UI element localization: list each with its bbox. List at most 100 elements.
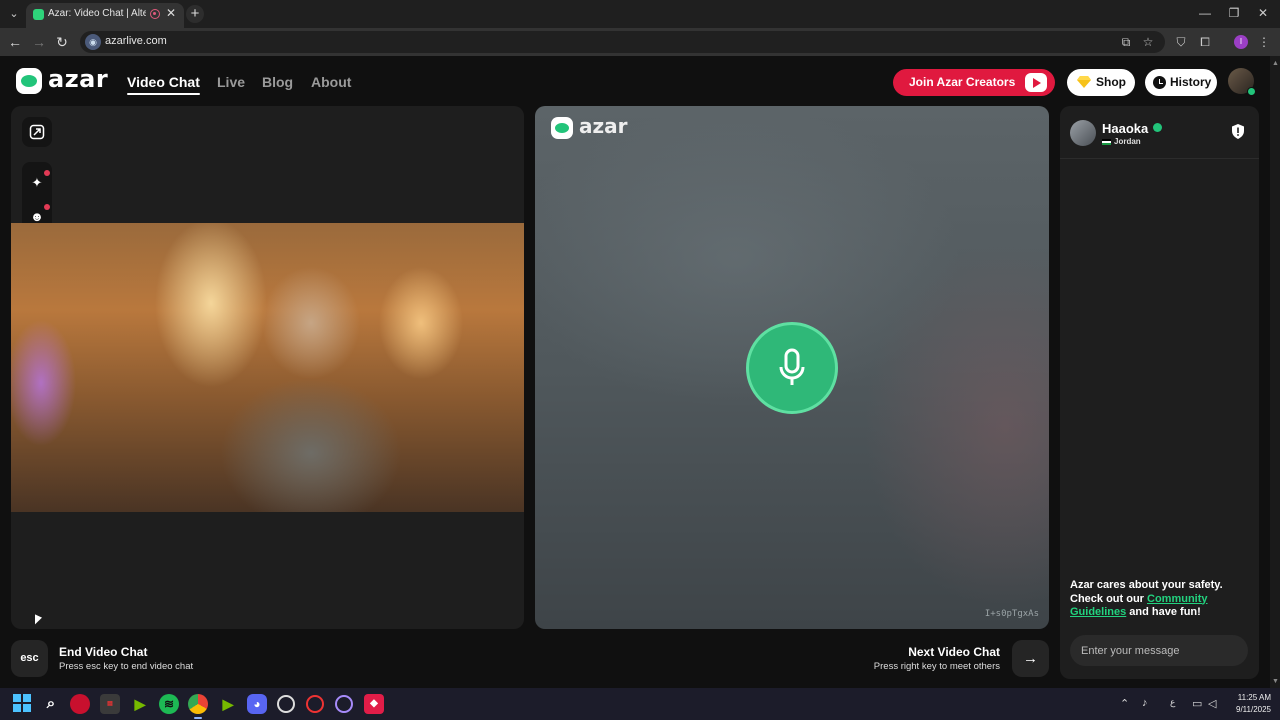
end-video-chat-title: End Video Chat [59, 645, 148, 659]
nav-video-chat[interactable]: Video Chat [127, 74, 200, 95]
page-scrollbar[interactable] [1270, 56, 1280, 688]
windows-start-icon[interactable] [12, 694, 32, 714]
reload-icon[interactable]: ↻ [54, 34, 70, 50]
bookmark-star-icon[interactable]: ☆ [1141, 35, 1155, 49]
end-chat-esc-button[interactable]: esc [11, 640, 48, 677]
taskbar-time[interactable]: 11:25 AM [1231, 693, 1271, 702]
join-creators-label: Join Azar Creators [909, 75, 1016, 89]
notification-dot [44, 204, 50, 210]
history-button[interactable]: History [1145, 69, 1217, 96]
browser-tab-bar: ⌄ Azar: Video Chat | Alternative ✕ + — ❐… [0, 0, 1280, 28]
nvidia-app-icon[interactable]: ▶ [130, 694, 150, 714]
minimize-icon[interactable]: — [1198, 6, 1212, 20]
site-info-icon[interactable]: ◉ [85, 34, 101, 50]
taskbar-date[interactable]: 9/11/2025 [1231, 705, 1271, 714]
self-camera-video [11, 223, 524, 512]
nvidia-2-app-icon[interactable]: ▶ [218, 694, 238, 714]
session-id-watermark: I+s0pTgxAs [984, 609, 1039, 619]
search-icon[interactable]: ⌕ [41, 694, 61, 714]
red-circle-app-icon[interactable] [306, 695, 324, 713]
partner-video-panel: azar I+s0pTgxAs [535, 106, 1049, 629]
input-language[interactable]: ع [1170, 697, 1175, 708]
next-video-chat-button[interactable]: → [1012, 640, 1049, 677]
scroll-up-arrow-icon[interactable]: ▲ [1272, 60, 1279, 67]
next-video-chat-hint: Press right key to meet others [873, 661, 1000, 672]
nav-about[interactable]: About [311, 74, 351, 90]
recording-indicator-icon [150, 9, 160, 19]
active-app-indicator [194, 717, 202, 719]
jordan-flag-icon [1102, 139, 1111, 145]
end-video-chat-hint: Press esc key to end video chat [59, 661, 194, 672]
window-close-icon[interactable]: ✕ [1256, 6, 1270, 20]
tab-close-icon[interactable]: ✕ [166, 6, 176, 20]
microphone-icon [779, 348, 805, 385]
self-video-panel: ✦ ☻ [11, 106, 524, 629]
browser-toolbar: ← → ↻ ◉ azarlive.com ⧉ ☆ ⛉ ⧠ ⋮ [0, 28, 1280, 56]
sparkle-effects-icon[interactable]: ✦ [29, 175, 45, 191]
restore-icon[interactable]: ❐ [1227, 6, 1241, 20]
extensions-puzzle-icon[interactable]: ⧠ [1198, 35, 1212, 49]
chat-panel: Haaoka Jordan Azar cares about your safe… [1060, 106, 1259, 679]
forward-icon[interactable]: → [31, 34, 47, 50]
red-app-icon[interactable] [70, 694, 90, 714]
expand-arrows-icon [29, 124, 45, 140]
azar-logo[interactable]: azar [16, 65, 109, 96]
new-tab-button[interactable]: + [186, 5, 204, 23]
windows-taskbar: ⌕ ▤ ▶ ≋ ▶ ◕ ◆ ⌃ ♪ ع ▭ ◁ 11:25 AM 9/11/20… [0, 688, 1280, 720]
back-icon[interactable]: ← [7, 34, 23, 50]
tray-overflow-icon[interactable]: ⌃ [1120, 697, 1129, 710]
peer-name[interactable]: Haaoka [1102, 121, 1148, 136]
report-shield-icon[interactable] [1231, 124, 1245, 139]
chat-header-divider [1060, 158, 1259, 159]
nav-live[interactable]: Live [217, 74, 245, 90]
red-square-app-icon[interactable]: ◆ [364, 694, 384, 714]
message-input[interactable] [1070, 635, 1248, 666]
azar-logo-mark-icon [16, 68, 42, 94]
install-app-icon[interactable]: ⧉ [1119, 35, 1133, 49]
scroll-down-arrow-icon[interactable]: ▼ [1272, 678, 1279, 685]
azar-app: azar Video Chat Live Blog About Join Aza… [0, 56, 1270, 688]
chrome-icon[interactable] [188, 694, 208, 714]
microphone-indicator [746, 322, 838, 414]
clock-icon [1153, 76, 1166, 89]
gem-icon [1077, 76, 1091, 88]
user-avatar[interactable] [1228, 68, 1256, 96]
purple-app-icon[interactable] [335, 695, 353, 713]
clock-app-icon[interactable] [277, 695, 295, 713]
safety-notice: Azar cares about your safety. Check out … [1070, 579, 1255, 620]
online-status-icon [1247, 87, 1256, 96]
safety-text-end: and have fun! [1126, 606, 1201, 618]
shop-label: Shop [1096, 75, 1126, 89]
peer-avatar[interactable] [1070, 120, 1096, 146]
tab-title: Azar: Video Chat | Alternative [48, 8, 146, 19]
discord-icon[interactable]: ◕ [247, 694, 267, 714]
network-icon[interactable]: ▭ [1192, 697, 1202, 710]
shield-extension-icon[interactable]: ⛉ [1174, 35, 1188, 49]
writer-app-icon[interactable]: ▤ [100, 694, 120, 714]
peer-country: Jordan [1114, 137, 1141, 146]
next-video-chat-title: Next Video Chat [908, 645, 1000, 659]
history-label: History [1170, 75, 1212, 89]
youtube-play-icon [1025, 73, 1047, 92]
join-azar-creators-button[interactable]: Join Azar Creators [893, 69, 1055, 96]
tray-microphone-icon[interactable]: ♪ [1142, 697, 1148, 709]
partner-logo-text: azar [579, 114, 628, 138]
logo-text: azar [48, 65, 109, 93]
browser-tab[interactable]: Azar: Video Chat | Alternative ✕ [26, 3, 184, 28]
address-bar[interactable]: ◉ azarlive.com [80, 31, 1165, 53]
spotify-icon[interactable]: ≋ [159, 694, 179, 714]
azar-logo-mark-icon [551, 117, 573, 139]
expand-button[interactable] [22, 117, 52, 147]
azar-favicon-icon [33, 9, 44, 20]
azar-watermark-logo: azar [551, 114, 631, 141]
verified-badge-icon [1153, 123, 1162, 132]
volume-icon[interactable]: ◁ [1208, 697, 1216, 710]
arrow-right-icon: → [1023, 650, 1038, 667]
notification-dot [44, 170, 50, 176]
browser-profile-avatar[interactable]: I [1234, 35, 1248, 49]
tab-search-chevron-icon[interactable]: ⌄ [7, 7, 21, 21]
nav-blog[interactable]: Blog [262, 74, 293, 90]
browser-menu-icon[interactable]: ⋮ [1257, 35, 1271, 49]
shop-button[interactable]: Shop [1067, 69, 1135, 96]
url-text: azarlive.com [105, 35, 167, 47]
